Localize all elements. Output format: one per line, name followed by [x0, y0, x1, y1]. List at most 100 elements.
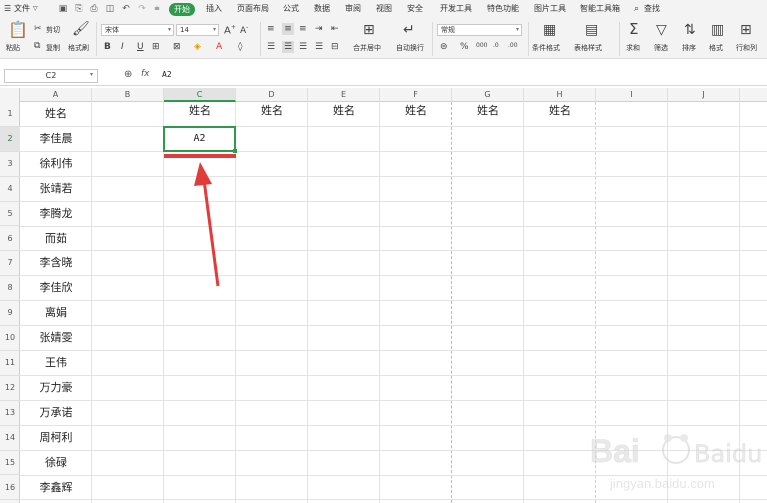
undo-icon[interactable]: ↶	[121, 4, 131, 14]
cell-c1[interactable]: 姓名	[164, 102, 236, 127]
sort-icon[interactable]: ⇅	[684, 23, 696, 37]
paste-icon[interactable]: 📋	[8, 22, 28, 38]
scissors-icon[interactable]: ✂	[34, 25, 42, 34]
font-color-icon[interactable]: A	[216, 43, 222, 52]
thousands-icon[interactable]: 000	[476, 43, 487, 49]
customize-icon[interactable]: ⩧	[152, 4, 162, 14]
clear-format-icon[interactable]: ◊	[238, 43, 242, 52]
row-header-5[interactable]: 5	[0, 202, 20, 227]
cell-a15[interactable]: 徐碌	[20, 451, 92, 476]
search-button[interactable]: 查找	[644, 3, 660, 15]
row-header-12[interactable]: 12	[0, 376, 20, 401]
bold-icon[interactable]: B	[104, 43, 111, 52]
row-header-3[interactable]: 3	[0, 152, 20, 177]
row-header-6[interactable]: 6	[0, 227, 20, 252]
search-icon[interactable]: ⌕	[634, 3, 639, 15]
menu-icon[interactable]: ☰	[4, 3, 11, 15]
cell-a12[interactable]: 万力豪	[20, 376, 92, 401]
italic-icon[interactable]: I	[121, 43, 124, 52]
cell-d1[interactable]: 姓名	[236, 102, 308, 127]
font-size-select[interactable]: 14 ▾	[176, 24, 219, 36]
tab-security[interactable]: 安全	[407, 3, 423, 15]
border-icon[interactable]: ⊞	[152, 43, 160, 52]
cell-h1[interactable]: 姓名	[524, 102, 596, 127]
file-menu[interactable]: 文件	[14, 3, 30, 15]
distribute-icon[interactable]: ⊟	[331, 43, 339, 52]
cell-e1[interactable]: 姓名	[308, 102, 380, 127]
print-icon[interactable]: ⎙	[89, 4, 99, 14]
column-header-d[interactable]: D	[236, 88, 308, 102]
cell-g1[interactable]: 姓名	[452, 102, 524, 127]
justify-icon[interactable]: ☰	[315, 43, 323, 52]
align-bottom-icon[interactable]: ≡	[299, 25, 307, 34]
row-header-4[interactable]: 4	[0, 177, 20, 202]
paste-button[interactable]: 粘贴	[6, 43, 20, 53]
sum-button[interactable]: 求和	[626, 43, 640, 53]
tab-start[interactable]: 开始	[169, 3, 195, 16]
formula-input[interactable]: A2	[162, 70, 172, 79]
font-shrink-icon[interactable]: A-	[240, 25, 248, 36]
filter-button[interactable]: 筛选	[654, 43, 668, 53]
export-icon[interactable]: ⎘	[74, 4, 84, 14]
select-all-corner[interactable]	[0, 88, 20, 102]
align-left-icon[interactable]: ☰	[267, 43, 275, 52]
wrap-text-icon[interactable]: ↵	[403, 23, 415, 37]
format-painter-button[interactable]: 格式刷	[68, 43, 89, 53]
cell-a5[interactable]: 李腾龙	[20, 202, 92, 227]
column-header-b[interactable]: B	[92, 88, 164, 102]
percent-icon[interactable]: %	[460, 43, 469, 52]
merge-center-button[interactable]: 合并居中	[353, 43, 381, 53]
column-header-h[interactable]: H	[524, 88, 596, 102]
increase-decimal-icon[interactable]: .0	[493, 43, 499, 49]
wrap-text-button[interactable]: 自动换行	[396, 43, 424, 53]
row-header-7[interactable]: 7	[0, 251, 20, 277]
row-header-13[interactable]: 13	[0, 401, 20, 426]
merge-center-icon[interactable]: ⊞	[363, 23, 375, 37]
number-format-select[interactable]: 常规 ▾	[437, 24, 522, 36]
selected-cell-c2[interactable]: A2	[163, 125, 236, 152]
cell-a14[interactable]: 周柯利	[20, 426, 92, 451]
preview-icon[interactable]: ◫	[105, 4, 115, 14]
tab-picture-tools[interactable]: 图片工具	[534, 3, 566, 15]
format-button[interactable]: 格式	[709, 43, 723, 53]
outdent-icon[interactable]: ⇤	[331, 25, 339, 34]
column-header-g[interactable]: G	[452, 88, 524, 102]
row-header-2[interactable]: 2	[0, 126, 20, 152]
sum-icon[interactable]: Σ	[629, 22, 638, 37]
tab-developer[interactable]: 开发工具	[440, 3, 472, 15]
fill-handle[interactable]	[233, 148, 237, 153]
cell-a2[interactable]: 李佳晨	[20, 127, 92, 152]
row-header-15[interactable]: 15	[0, 451, 20, 476]
conditional-format-icon[interactable]: ▦	[543, 23, 556, 37]
cell-a10[interactable]: 张婧雯	[20, 326, 92, 351]
font-name-select[interactable]: 宋体 ▾	[101, 24, 174, 36]
row-header-11[interactable]: 11	[0, 351, 20, 376]
indent-icon[interactable]: ⇥	[315, 25, 323, 34]
row-header-1[interactable]: 1	[0, 102, 20, 127]
cell-a6[interactable]: 而茹	[20, 227, 92, 252]
name-box[interactable]: C2	[4, 69, 98, 83]
cell-a8[interactable]: 李佳欣	[20, 276, 92, 301]
column-header-i[interactable]: I	[596, 88, 668, 102]
tab-features[interactable]: 特色功能	[487, 3, 519, 15]
column-header-c[interactable]: C	[164, 88, 236, 102]
redo-icon[interactable]: ↷	[137, 4, 147, 14]
row-header-16[interactable]: 16	[0, 476, 20, 501]
copy-button[interactable]: 复制	[46, 43, 60, 53]
save-icon[interactable]: ▣	[58, 4, 68, 14]
tab-smart-toolbox[interactable]: 智能工具箱	[580, 3, 620, 15]
cell-a13[interactable]: 万承诺	[20, 401, 92, 426]
cell-a3[interactable]: 徐利伟	[20, 152, 92, 177]
fx-icon[interactable]: fx	[141, 69, 150, 79]
row-header-8[interactable]: 8	[0, 276, 20, 302]
row-col-icon[interactable]: ⊞	[740, 23, 752, 37]
format-painter-icon[interactable]: 🖌	[72, 22, 90, 36]
row-header-10[interactable]: 10	[0, 326, 20, 351]
cell-a11[interactable]: 王伟	[20, 351, 92, 376]
row-header-9[interactable]: 9	[0, 301, 20, 327]
tab-review[interactable]: 审阅	[345, 3, 361, 15]
align-center-icon[interactable]: ☰	[282, 41, 294, 53]
strikethrough-icon[interactable]: ⊠	[173, 43, 181, 52]
cell-a1[interactable]: 姓名	[20, 102, 92, 127]
cut-button[interactable]: 剪切	[46, 25, 60, 35]
